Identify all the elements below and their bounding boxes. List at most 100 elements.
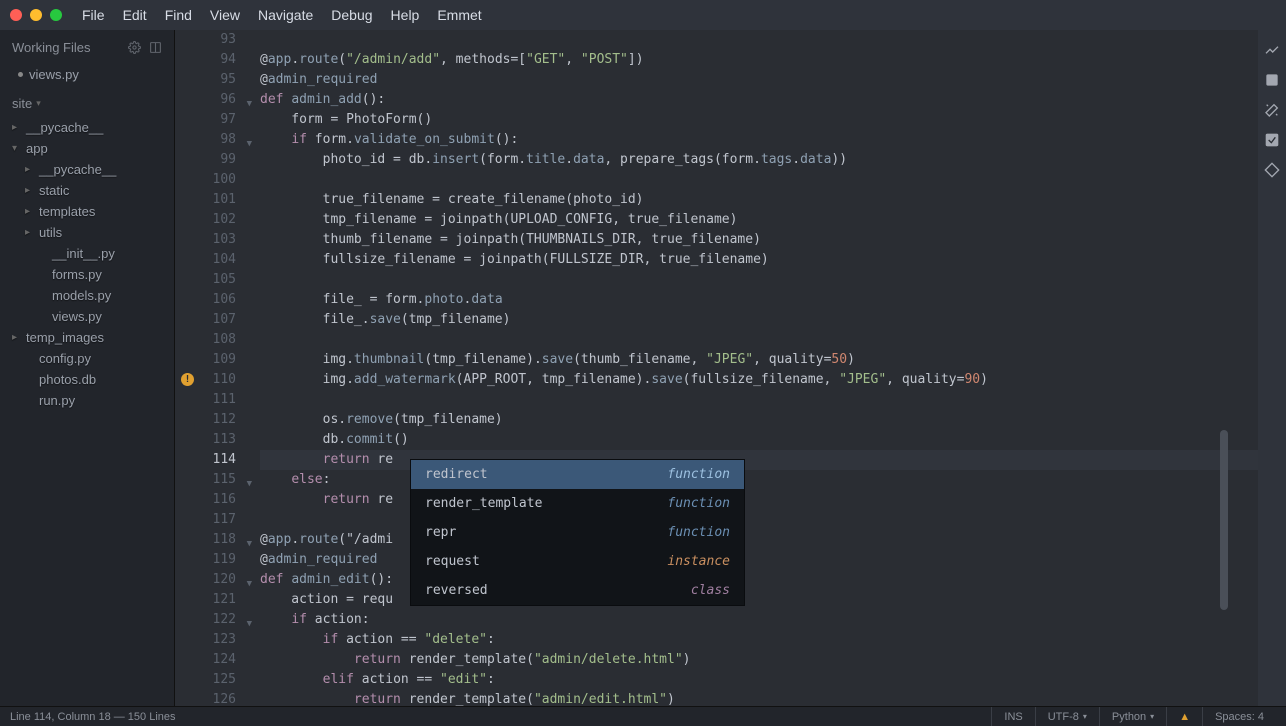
tree-item[interactable]: ▸temp_images — [4, 327, 174, 348]
line-number: 122▼ — [175, 610, 260, 630]
cursor-position: Line 114, Column 18 — 150 Lines — [10, 711, 991, 723]
project-name: site — [12, 96, 32, 111]
code-line[interactable]: @admin_required — [260, 70, 1258, 90]
menu-navigate[interactable]: Navigate — [258, 7, 313, 23]
line-number: 114 — [175, 450, 260, 470]
line-number: 93 — [175, 30, 260, 50]
tree-item[interactable]: ▸static — [4, 180, 174, 201]
code-line[interactable] — [260, 170, 1258, 190]
split-view-icon[interactable] — [149, 41, 162, 54]
tree-item[interactable]: photos.db — [4, 369, 174, 390]
language-mode[interactable]: Python ▾ — [1099, 707, 1166, 726]
line-number: 113 — [175, 430, 260, 450]
code-line[interactable] — [260, 270, 1258, 290]
tree-item[interactable]: ▸templates — [4, 201, 174, 222]
code-line[interactable]: return render_template("admin/edit.html"… — [260, 690, 1258, 706]
code-line[interactable]: form = PhotoForm() — [260, 110, 1258, 130]
zoom-window-icon[interactable] — [50, 9, 62, 21]
autocomplete-item[interactable]: render_templatefunction — [411, 489, 744, 518]
tree-item[interactable]: ▸__pycache__ — [4, 117, 174, 138]
code-line[interactable]: tmp_filename = joinpath(UPLOAD_CONFIG, t… — [260, 210, 1258, 230]
vertical-scrollbar[interactable] — [1218, 30, 1230, 706]
magic-wand-icon[interactable] — [1264, 102, 1280, 118]
line-number: 96▼ — [175, 90, 260, 110]
menu-debug[interactable]: Debug — [331, 7, 372, 23]
code-line[interactable]: file_ = form.photo.data — [260, 290, 1258, 310]
tree-item[interactable]: ▸utils — [4, 222, 174, 243]
menu-emmet[interactable]: Emmet — [437, 7, 481, 23]
line-number: 104 — [175, 250, 260, 270]
autocomplete-item[interactable]: requestinstance — [411, 547, 744, 576]
menu-file[interactable]: File — [82, 7, 105, 23]
autocomplete-item[interactable]: reprfunction — [411, 518, 744, 547]
gear-icon[interactable] — [128, 41, 141, 54]
line-number: 103 — [175, 230, 260, 250]
live-preview-icon[interactable] — [1264, 42, 1280, 58]
working-file-item[interactable]: views.py — [0, 63, 174, 86]
project-header[interactable]: site ▾ — [0, 86, 174, 117]
insert-mode[interactable]: INS — [991, 707, 1034, 726]
title-bar: File Edit Find View Navigate Debug Help Emmet — [0, 0, 1286, 30]
minimize-window-icon[interactable] — [30, 9, 42, 21]
check-icon[interactable] — [1264, 132, 1280, 148]
code-line[interactable] — [260, 390, 1258, 410]
code-line[interactable]: file_.save(tmp_filename) — [260, 310, 1258, 330]
tree-item[interactable]: config.py — [4, 348, 174, 369]
working-files-title: Working Files — [12, 40, 91, 55]
line-number: 121 — [175, 590, 260, 610]
line-number: 99 — [175, 150, 260, 170]
lint-status[interactable]: ▲ — [1166, 707, 1202, 726]
window-controls — [10, 9, 62, 21]
line-number: 119 — [175, 550, 260, 570]
menu-find[interactable]: Find — [165, 7, 192, 23]
tree-item[interactable]: views.py — [4, 306, 174, 327]
line-number: 108 — [175, 330, 260, 350]
line-number: 95 — [175, 70, 260, 90]
encoding[interactable]: UTF-8 ▾ — [1035, 707, 1099, 726]
line-number: 115▼ — [175, 470, 260, 490]
sidebar: Working Files views.py site ▾ ▸__pycache… — [0, 30, 175, 706]
autocomplete-item[interactable]: redirectfunction — [411, 460, 744, 489]
autocomplete-popup[interactable]: redirectfunctionrender_templatefunctionr… — [410, 459, 745, 606]
code-line[interactable] — [260, 330, 1258, 350]
menu-help[interactable]: Help — [391, 7, 420, 23]
line-number: 112 — [175, 410, 260, 430]
line-number: 117 — [175, 510, 260, 530]
working-files-header: Working Files — [0, 30, 174, 63]
code-line[interactable]: true_filename = create_filename(photo_id… — [260, 190, 1258, 210]
code-line[interactable]: def admin_add(): — [260, 90, 1258, 110]
tree-item[interactable]: forms.py — [4, 264, 174, 285]
autocomplete-item[interactable]: reversedclass — [411, 576, 744, 605]
menu-view[interactable]: View — [210, 7, 240, 23]
line-number: 110! — [175, 370, 260, 390]
code-line[interactable]: elif action == "edit": — [260, 670, 1258, 690]
code-line[interactable]: img.thumbnail(tmp_filename).save(thumb_f… — [260, 350, 1258, 370]
close-window-icon[interactable] — [10, 9, 22, 21]
tag-icon[interactable] — [1264, 162, 1280, 178]
tree-item[interactable]: models.py — [4, 285, 174, 306]
tree-item[interactable]: __init__.py — [4, 243, 174, 264]
code-line[interactable]: if action == "delete": — [260, 630, 1258, 650]
code-line[interactable]: if action: — [260, 610, 1258, 630]
line-number-gutter: 93949596▼9798▼99100101102103104105106107… — [175, 30, 260, 706]
menu-edit[interactable]: Edit — [123, 7, 147, 23]
line-number: 102 — [175, 210, 260, 230]
extension-icon[interactable] — [1264, 72, 1280, 88]
line-number: 125 — [175, 670, 260, 690]
code-line[interactable]: db.commit() — [260, 430, 1258, 450]
code-line[interactable]: @app.route("/admin/add", methods=["GET",… — [260, 50, 1258, 70]
tree-item[interactable]: run.py — [4, 390, 174, 411]
line-number: 101 — [175, 190, 260, 210]
code-line[interactable]: if form.validate_on_submit(): — [260, 130, 1258, 150]
code-line[interactable] — [260, 30, 1258, 50]
code-line[interactable]: fullsize_filename = joinpath(FULLSIZE_DI… — [260, 250, 1258, 270]
code-line[interactable]: thumb_filename = joinpath(THUMBNAILS_DIR… — [260, 230, 1258, 250]
code-line[interactable]: img.add_watermark(APP_ROOT, tmp_filename… — [260, 370, 1258, 390]
indent-mode[interactable]: Spaces: 4 — [1202, 707, 1276, 726]
code-line[interactable]: return render_template("admin/delete.htm… — [260, 650, 1258, 670]
line-number: 126 — [175, 690, 260, 710]
tree-item[interactable]: ▸__pycache__ — [4, 159, 174, 180]
tree-item[interactable]: ▾app — [4, 138, 174, 159]
code-line[interactable]: photo_id = db.insert(form.title.data, pr… — [260, 150, 1258, 170]
code-line[interactable]: os.remove(tmp_filename) — [260, 410, 1258, 430]
